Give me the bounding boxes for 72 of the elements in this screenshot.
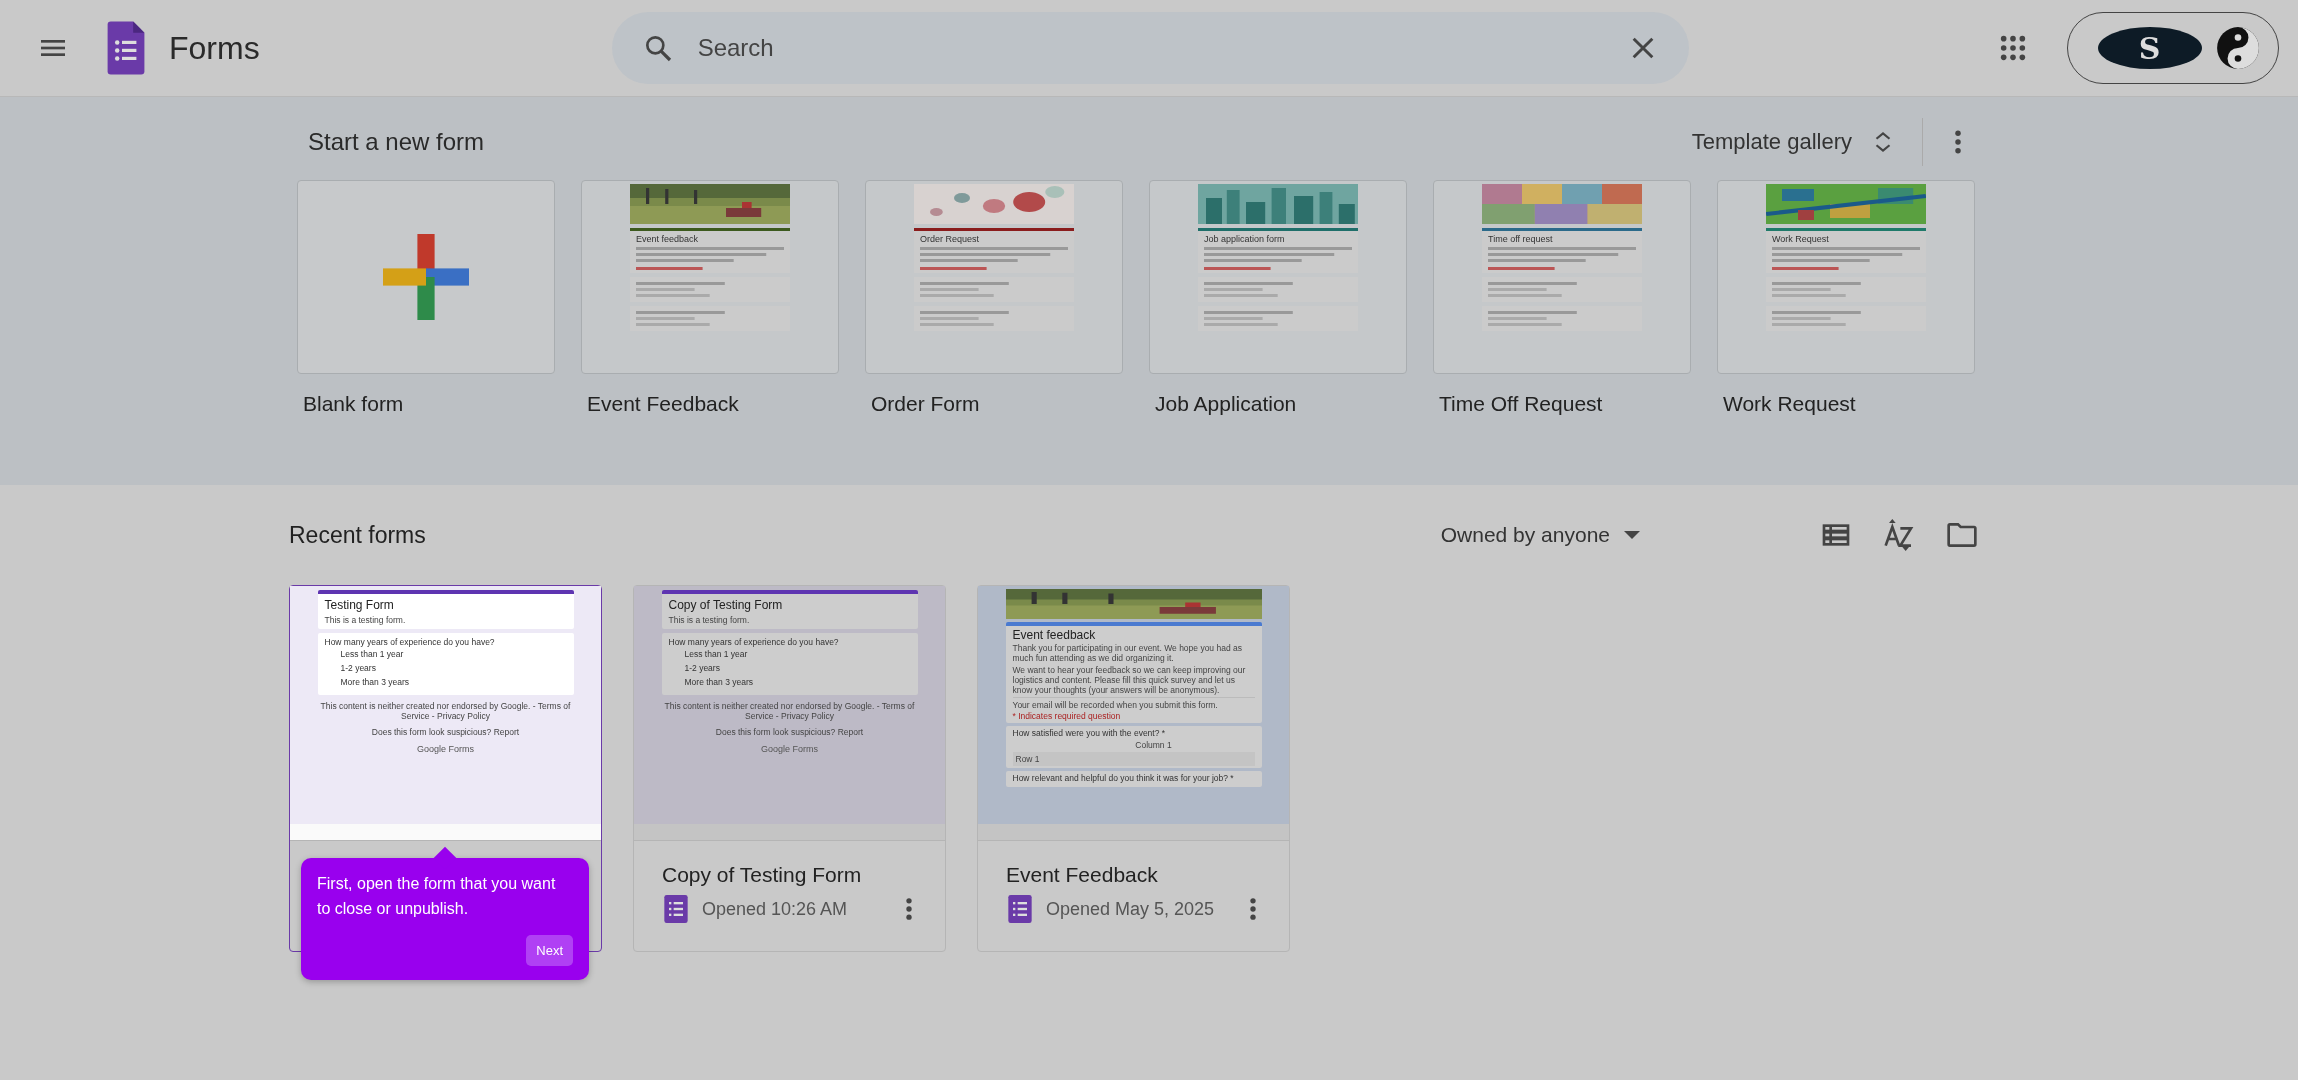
- row-label: Row 1: [1012, 752, 1255, 766]
- template-card[interactable]: Time off request: [1433, 180, 1691, 374]
- forms-logo-icon: [106, 21, 146, 75]
- form-icon: [662, 895, 690, 923]
- form-title: Event feedback: [1012, 628, 1097, 642]
- form-title: Copy of Testing Form: [668, 598, 784, 612]
- form-card[interactable]: [633, 585, 946, 952]
- disclaimer-text: This content is neither created nor endorsed by Google. - Terms of Service - Privacy Policy: [319, 701, 572, 721]
- brand-text: Google Forms: [760, 744, 819, 754]
- plus-icon: [383, 234, 469, 320]
- owner-filter-dropdown[interactable]: Owned by anyone: [1440, 523, 1644, 547]
- option-label: 1-2 years: [684, 663, 721, 673]
- column-label: Column 1: [1134, 740, 1173, 750]
- form-description: We want to hear your feedback so we can keep improving our logistics and content. Please fill this quick survey and let us know your thoughts (your answers will be anonymous).: [1012, 665, 1247, 695]
- option-label: 1-2 years: [340, 663, 377, 673]
- apps-grid-icon[interactable]: [1998, 34, 2027, 62]
- form-title: Testing Form: [324, 598, 395, 612]
- form-description: Thank you for participating in our event. We hope you had as much fun attending as we did organizing it.: [1012, 643, 1243, 663]
- form-title: Copy of Testing Form: [662, 863, 863, 887]
- opened-time: Opened May 5, 2025: [1046, 898, 1216, 920]
- tooltip-text: First, open the form that you want to close or unpublish.: [317, 874, 557, 919]
- option-label: More than 3 years: [684, 677, 754, 687]
- search-input[interactable]: Search: [695, 33, 1627, 63]
- question-text: How many years of experience do you have?: [668, 637, 840, 647]
- form-title: Job application form: [1204, 234, 1286, 244]
- text-lines-drawing: [1204, 267, 1271, 270]
- form-description: This is a testing form.: [668, 615, 751, 625]
- form-title: Work Request: [1772, 234, 1830, 244]
- yin-yang-icon: [2215, 26, 2260, 70]
- template-label: Time Off Request: [1439, 392, 1604, 416]
- template-card[interactable]: Event feedback: [581, 180, 839, 374]
- template-label: Event Feedback: [587, 392, 740, 416]
- report-text: Does this form look suspicious? Report: [714, 727, 865, 737]
- template-card[interactable]: Order Request: [865, 180, 1123, 374]
- question-text: How satisfied were you with the event? *: [1012, 728, 1167, 738]
- template-card[interactable]: [297, 180, 555, 374]
- form-title: Event feedback: [636, 234, 700, 244]
- option-label: Less than 1 year: [340, 649, 405, 659]
- template-card[interactable]: Job application form: [1149, 180, 1407, 374]
- disclaimer-text: This content is neither created nor endorsed by Google. - Terms of Service - Privacy Policy: [663, 701, 916, 721]
- report-text: Does this form look suspicious? Report: [370, 727, 521, 737]
- question-text: How many years of experience do you have?: [324, 637, 496, 647]
- form-title: Event Feedback: [1006, 863, 1159, 887]
- form-card[interactable]: [977, 585, 1290, 952]
- template-label: Blank form: [303, 392, 405, 416]
- form-description: This is a testing form.: [324, 615, 407, 625]
- text-lines-drawing: [1772, 267, 1839, 270]
- section-heading: Recent forms: [289, 521, 427, 549]
- search-field[interactable]: Search: [611, 12, 1689, 84]
- brand-text: Google Forms: [416, 744, 475, 754]
- text-lines-drawing: [920, 267, 987, 270]
- form-title: Time off request: [1488, 234, 1554, 244]
- option-label: More than 3 years: [340, 677, 410, 687]
- template-label: Order Form: [871, 392, 981, 416]
- email-note: Your email will be recorded when you submit this form.: [1012, 697, 1255, 710]
- next-button[interactable]: Next: [526, 935, 573, 966]
- section-heading: Start a new form: [308, 128, 486, 156]
- app-title: Forms: [169, 29, 260, 67]
- sort-icon[interactable]: [1883, 519, 1915, 551]
- template-card[interactable]: Work Request: [1717, 180, 1975, 374]
- opened-time: Opened 10:26 AM: [702, 898, 849, 920]
- form-icon: [1006, 895, 1034, 923]
- template-label: Work Request: [1723, 392, 1857, 416]
- template-label: Job Application: [1155, 392, 1298, 416]
- text-lines-drawing: [1488, 267, 1555, 270]
- form-title: Order Request: [920, 234, 981, 244]
- required-note: * Indicates required question: [1012, 711, 1122, 721]
- option-label: Less than 1 year: [684, 649, 749, 659]
- question-text: How relevant and helpful do you think it was for your job? *: [1012, 773, 1235, 783]
- logo-letter: S: [2138, 30, 2161, 66]
- template-gallery-button[interactable]: Template gallery: [1691, 129, 1896, 155]
- text-lines-drawing: [636, 267, 703, 270]
